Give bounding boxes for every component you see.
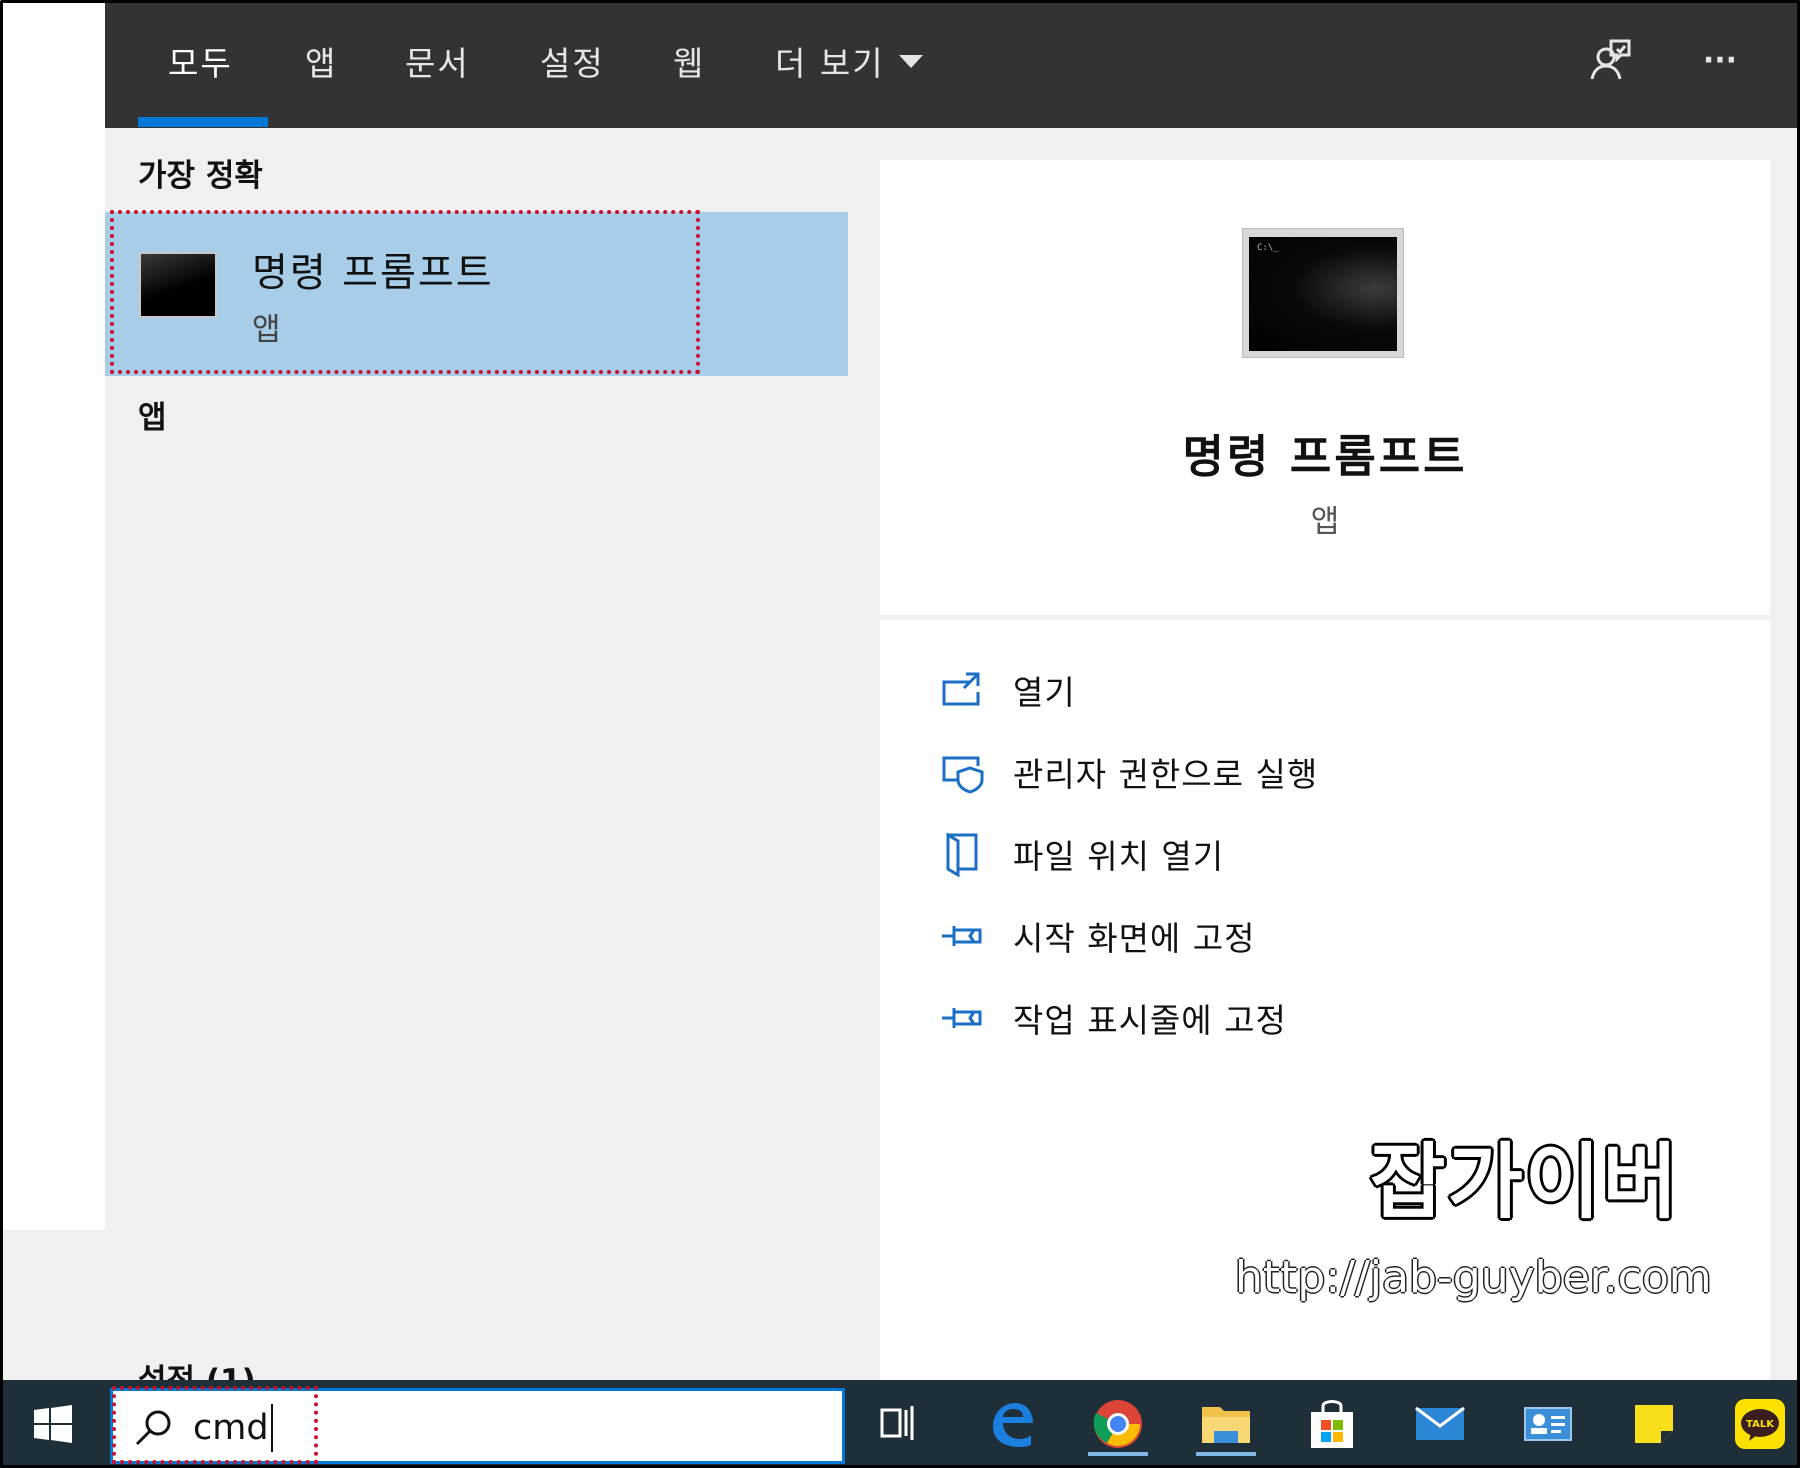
best-match-type: 앱 xyxy=(252,312,281,348)
pin-taskbar-icon xyxy=(940,996,984,1040)
tab-apps[interactable]: 앱 xyxy=(305,36,337,86)
kakaotalk-label: TALK xyxy=(1746,1419,1775,1430)
kakaotalk-icon: TALK xyxy=(1735,1399,1785,1449)
text-cursor xyxy=(271,1404,273,1452)
open-icon xyxy=(940,668,984,712)
file-explorer-icon xyxy=(1202,1407,1250,1443)
search-filter-bar: 모두 앱 문서 설정 웹 더 보기 ··· xyxy=(105,0,1800,128)
action-open-file-location[interactable]: 파일 위치 열기 xyxy=(940,826,1224,882)
file-location-icon xyxy=(940,832,984,877)
feedback-icon xyxy=(1590,39,1631,80)
task-view-icon xyxy=(880,1406,914,1440)
windows-icon xyxy=(34,1405,72,1443)
mail-icon xyxy=(1415,1406,1465,1440)
action-pin-to-taskbar-label: 작업 표시줄에 고정 xyxy=(1013,1001,1287,1040)
taskbar-search-box[interactable] xyxy=(110,1388,845,1464)
apps-heading: 앱 xyxy=(138,400,167,436)
action-pin-to-start-label: 시작 화면에 고정 xyxy=(1013,919,1256,958)
action-pin-to-start[interactable]: 시작 화면에 고정 xyxy=(940,908,1256,964)
best-match-result[interactable]: 명령 프롬프트 앱 xyxy=(105,212,848,376)
preview-title: 명령 프롬프트 xyxy=(1182,430,1468,483)
desktop-strip xyxy=(0,1230,105,1380)
sticky-notes-icon xyxy=(1635,1405,1673,1443)
best-match-name: 명령 프롬프트 xyxy=(252,251,494,296)
console-prompt-text: C:\_ xyxy=(1257,243,1279,253)
sticky-notes-button[interactable] xyxy=(1622,1392,1686,1456)
active-tab-indicator xyxy=(138,117,268,127)
desktop-background xyxy=(0,0,105,1380)
store-icon xyxy=(1311,1400,1353,1448)
tab-settings[interactable]: 설정 xyxy=(540,36,605,86)
search-icon xyxy=(135,1410,171,1446)
chrome-icon xyxy=(1093,1400,1142,1448)
pin-start-icon xyxy=(940,914,984,958)
file-explorer-button[interactable] xyxy=(1194,1392,1258,1456)
command-prompt-large-icon: C:\_ xyxy=(1242,228,1404,358)
taskbar: TALK xyxy=(0,1380,1800,1468)
kakaotalk-button[interactable]: TALK xyxy=(1728,1392,1792,1456)
tab-more-label: 더 보기 xyxy=(775,44,885,83)
task-view-button[interactable] xyxy=(868,1392,932,1456)
more-options-button[interactable]: ··· xyxy=(1690,30,1750,90)
console-screen: C:\_ xyxy=(1249,237,1397,351)
edge-button[interactable] xyxy=(978,1392,1042,1456)
tab-more[interactable]: 더 보기 xyxy=(775,36,923,86)
preview-subtitle: 앱 xyxy=(1310,504,1340,540)
settings-heading: 설정 (1) xyxy=(138,1355,256,1380)
mail-button[interactable] xyxy=(1408,1392,1472,1456)
watermark-title: 잡가이버 xyxy=(1370,1135,1680,1230)
action-open-file-location-label: 파일 위치 열기 xyxy=(1013,837,1225,876)
tab-documents[interactable]: 문서 xyxy=(405,36,470,86)
store-button[interactable] xyxy=(1300,1392,1364,1456)
best-match-heading: 가장 정확 xyxy=(138,158,263,194)
chrome-button[interactable] xyxy=(1086,1392,1150,1456)
contacts-button[interactable] xyxy=(1516,1392,1580,1456)
explorer-running-indicator xyxy=(1196,1452,1256,1456)
command-prompt-icon xyxy=(139,252,217,318)
chevron-down-icon xyxy=(898,54,923,68)
preview-card: C:\_ 명령 프롬프트 앱 xyxy=(880,160,1770,615)
action-run-as-admin-label: 관리자 권한으로 실행 xyxy=(1013,755,1319,794)
action-open-label: 열기 xyxy=(1013,673,1076,712)
action-open[interactable]: 열기 xyxy=(940,662,1076,718)
more-options-icon: ··· xyxy=(1702,42,1738,78)
action-run-as-admin[interactable]: 관리자 권한으로 실행 xyxy=(940,744,1318,800)
contacts-icon xyxy=(1524,1407,1572,1441)
tab-all[interactable]: 모두 xyxy=(168,36,233,86)
chrome-running-indicator xyxy=(1088,1452,1148,1456)
watermark-url: http://jab-guyber.com xyxy=(1235,1252,1712,1303)
edge-icon xyxy=(993,1403,1033,1447)
run-as-admin-icon xyxy=(940,750,984,794)
action-pin-to-taskbar[interactable]: 작업 표시줄에 고정 xyxy=(940,990,1287,1046)
search-input[interactable] xyxy=(193,1399,813,1457)
tab-web[interactable]: 웹 xyxy=(673,36,705,86)
feedback-button[interactable] xyxy=(1580,30,1640,90)
start-button[interactable] xyxy=(18,1398,88,1450)
